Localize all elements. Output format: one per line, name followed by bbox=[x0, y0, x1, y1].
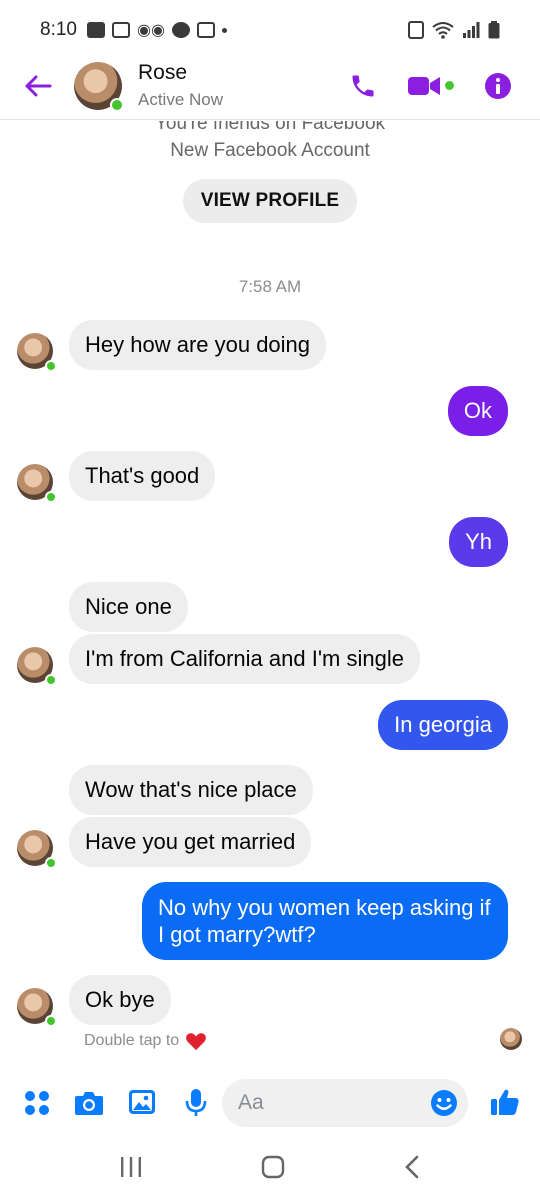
info-icon bbox=[485, 72, 511, 99]
info-button[interactable] bbox=[484, 72, 512, 100]
message-notification-icon bbox=[86, 22, 105, 38]
message-input-container[interactable] bbox=[222, 1079, 468, 1127]
heart-icon bbox=[186, 1033, 207, 1051]
notification-icons: ◉◉ bbox=[86, 20, 227, 40]
home-icon bbox=[261, 1155, 285, 1178]
chevron-left-icon bbox=[405, 1155, 419, 1178]
header-actions bbox=[319, 72, 512, 100]
account-text: New Facebook Account bbox=[170, 140, 370, 161]
thumbs-up-icon bbox=[491, 1089, 519, 1115]
friends-text: You're friends on Facebook bbox=[154, 121, 386, 134]
system-navigation-bar bbox=[0, 1138, 540, 1200]
message-timestamp: 7:58 AM bbox=[238, 277, 302, 296]
incoming-message[interactable]: That's good bbox=[69, 451, 216, 501]
message-thread[interactable]: You're friends on Facebook New Facebook … bbox=[0, 121, 540, 1061]
voicemail-icon: ◉◉ bbox=[136, 22, 165, 39]
message-composer bbox=[0, 1076, 540, 1132]
video-camera-icon bbox=[408, 76, 440, 95]
online-indicator bbox=[45, 857, 57, 869]
microphone-icon bbox=[185, 1089, 207, 1116]
arrow-left-icon bbox=[25, 75, 52, 96]
double-tap-text: Double tap to bbox=[84, 1032, 180, 1049]
signal-icon bbox=[463, 22, 480, 38]
video-active-dot bbox=[445, 81, 454, 90]
online-indicator bbox=[45, 491, 57, 503]
gallery-button[interactable] bbox=[128, 1089, 156, 1115]
online-indicator bbox=[45, 674, 57, 686]
snapchat-icon bbox=[111, 22, 130, 38]
status-time: 8:10 bbox=[40, 19, 77, 40]
camera-icon bbox=[75, 1092, 103, 1115]
facebook-icon bbox=[171, 22, 190, 38]
contact-avatar[interactable] bbox=[74, 61, 124, 112]
sender-avatar[interactable] bbox=[17, 830, 57, 869]
outgoing-message[interactable]: Ok bbox=[447, 386, 508, 436]
wifi-icon bbox=[432, 22, 454, 39]
sender-avatar[interactable] bbox=[17, 333, 57, 372]
system-icons bbox=[408, 21, 500, 39]
online-indicator bbox=[110, 97, 124, 112]
outgoing-message[interactable]: Yh bbox=[449, 517, 508, 567]
gmail-icon bbox=[196, 22, 215, 38]
image-icon bbox=[129, 1090, 155, 1114]
more-notifications-icon bbox=[221, 27, 227, 33]
call-button[interactable] bbox=[349, 72, 377, 100]
recent-apps-button[interactable] bbox=[119, 1156, 143, 1183]
system-back-button[interactable] bbox=[403, 1155, 421, 1184]
contact-name: Rose bbox=[138, 61, 188, 84]
conversation-header: Rose Active Now bbox=[0, 52, 540, 120]
incoming-message[interactable]: Wow that's nice place bbox=[69, 765, 313, 815]
sender-avatar[interactable] bbox=[17, 988, 57, 1027]
double-tap-hint: Double tap to bbox=[84, 1031, 207, 1051]
seen-avatar bbox=[500, 1028, 522, 1050]
status-bar: 8:10 ◉◉ bbox=[0, 0, 540, 60]
message-input[interactable] bbox=[238, 1091, 418, 1115]
nfc-icon bbox=[408, 21, 424, 39]
four-dots-icon bbox=[25, 1091, 49, 1115]
phone-icon bbox=[352, 75, 374, 96]
back-button[interactable] bbox=[18, 66, 58, 106]
incoming-message[interactable]: I'm from California and I'm single bbox=[69, 634, 420, 684]
incoming-message[interactable]: Hey how are you doing bbox=[69, 320, 327, 370]
sender-avatar[interactable] bbox=[17, 647, 57, 686]
home-button[interactable] bbox=[261, 1155, 285, 1184]
contact-status: Active Now bbox=[138, 90, 224, 109]
sender-avatar[interactable] bbox=[17, 464, 57, 503]
video-call-button[interactable] bbox=[407, 74, 454, 98]
more-actions-button[interactable] bbox=[24, 1090, 50, 1116]
outgoing-message[interactable]: No why you women keep asking if I got ma… bbox=[142, 882, 508, 960]
voice-message-button[interactable] bbox=[184, 1088, 208, 1118]
incoming-message[interactable]: Ok bye bbox=[69, 975, 171, 1025]
online-indicator bbox=[45, 1015, 57, 1027]
view-profile-button[interactable]: VIEW PROFILE bbox=[183, 179, 357, 223]
like-button[interactable] bbox=[490, 1087, 520, 1117]
recent-apps-icon bbox=[121, 1156, 141, 1177]
emoji-button[interactable] bbox=[430, 1089, 458, 1117]
incoming-message[interactable]: Nice one bbox=[69, 582, 188, 632]
online-indicator bbox=[45, 360, 57, 372]
battery-icon bbox=[488, 21, 500, 39]
incoming-message[interactable]: Have you get married bbox=[69, 817, 312, 867]
camera-button[interactable] bbox=[74, 1089, 104, 1117]
contact-title[interactable]: Rose Active Now bbox=[138, 61, 223, 110]
outgoing-message[interactable]: In georgia bbox=[378, 700, 508, 750]
smiley-icon bbox=[431, 1090, 457, 1116]
